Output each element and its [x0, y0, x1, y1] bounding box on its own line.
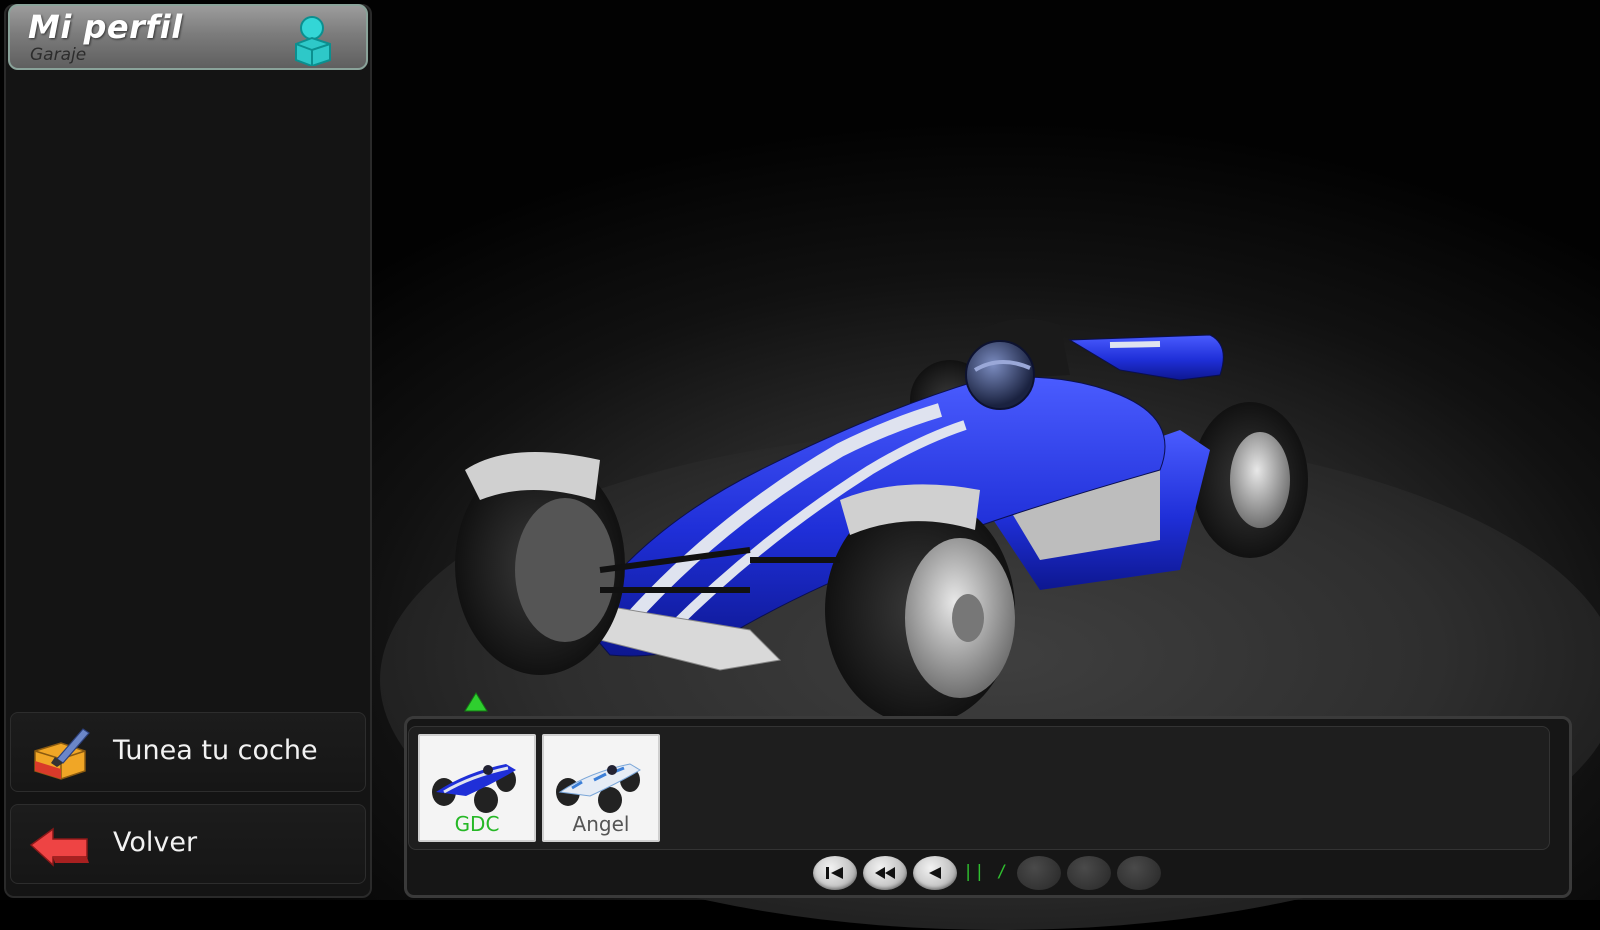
car-thumbnail-image [432, 764, 516, 813]
car-thumb-angel[interactable]: Angel [542, 734, 660, 842]
tune-car-label: Tunea tu coche [113, 735, 318, 766]
profile-header: Mi perfil Garaje [8, 4, 368, 70]
page-title: Mi perfil [28, 8, 183, 46]
page-subtitle: Garaje [30, 45, 87, 65]
next-fast-icon [1077, 864, 1101, 882]
previous-fast-button[interactable] [863, 856, 907, 890]
back-arrow-icon [29, 827, 89, 867]
next-fast-button[interactable] [1067, 856, 1111, 890]
back-button[interactable]: Volver [10, 804, 366, 884]
next-button[interactable] [1017, 856, 1061, 890]
first-page-button[interactable] [813, 856, 857, 890]
selected-car-marker-icon [464, 692, 488, 712]
last-page-icon [1127, 864, 1151, 882]
car-thumb-label: GDC [454, 812, 500, 836]
car-preview[interactable] [420, 300, 1350, 720]
driver-helmet [965, 340, 1035, 410]
user-profile-icon [295, 16, 331, 66]
tune-car-button[interactable]: Tunea tu coche [10, 712, 366, 792]
car-thumb-gdc[interactable]: GDC [418, 734, 536, 842]
previous-icon [929, 867, 941, 879]
car-thumb-label: Angel [572, 812, 630, 836]
car-thumbnail-image [556, 763, 641, 813]
last-page-button[interactable] [1117, 856, 1161, 890]
previous-fast-icon [875, 867, 895, 879]
first-page-icon [826, 867, 843, 879]
previous-button[interactable] [913, 856, 957, 890]
paint-brush-box-icon [34, 728, 90, 780]
next-icon [1027, 864, 1051, 882]
back-label: Volver [113, 827, 198, 858]
